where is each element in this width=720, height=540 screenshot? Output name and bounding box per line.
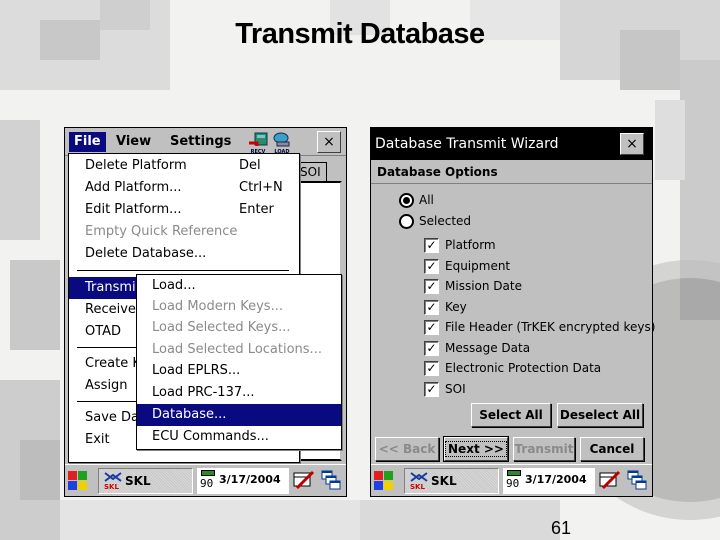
date-display[interactable]: 3/17/2004 <box>219 473 281 486</box>
radio-indicator <box>399 214 414 229</box>
battery-level: 90 <box>506 477 520 490</box>
wizard-title: Database Transmit Wizard <box>375 136 559 152</box>
menu-view[interactable]: View <box>111 132 156 152</box>
submenu-item-ecu-commands[interactable]: ECU Commands... <box>137 426 341 448</box>
check-icon: ✓ <box>424 361 439 376</box>
section-title: Database Options <box>371 160 652 184</box>
slide-title: Transmit Database <box>235 18 485 50</box>
check-icon: ✓ <box>424 341 439 356</box>
menu-item-delete-database[interactable]: Delete Database... <box>69 243 299 265</box>
windows-switcher-icon[interactable] <box>627 470 647 490</box>
check-icon: ✓ <box>424 259 439 274</box>
cancel-button[interactable]: Cancel <box>580 437 644 461</box>
system-tray: 90 3/17/2004 <box>197 468 289 494</box>
wizard-close-button[interactable]: × <box>620 133 644 155</box>
check-icon: ✓ <box>424 320 439 335</box>
back-button: << Back <box>375 437 439 461</box>
deselect-all-button[interactable]: Deselect All <box>557 403 643 427</box>
skl-app-icon: SKL <box>409 471 429 491</box>
battery-icon[interactable] <box>507 470 521 476</box>
menu-item-empty-quick-reference: Empty Quick Reference <box>85 224 238 239</box>
taskbar: SKL SKL 90 3/17/2004 <box>371 464 652 496</box>
battery-level: 90 <box>200 477 214 490</box>
submenu-item-database[interactable]: Database... <box>137 404 341 426</box>
battery-icon[interactable] <box>201 470 215 476</box>
check-icon: ✓ <box>424 300 439 315</box>
load-icon[interactable]: LOAD <box>271 131 293 155</box>
windows-switcher-icon[interactable] <box>321 470 341 490</box>
transmit-submenu: Load... Load Modern Keys... Load Selecte… <box>136 274 342 450</box>
close-button[interactable]: × <box>317 131 341 153</box>
select-all-button[interactable]: Select All <box>471 403 551 427</box>
submenu-item-load-selected-locations: Load Selected Locations... <box>152 342 322 357</box>
submenu-item-load-eplrs[interactable]: Load EPLRS... <box>137 360 341 382</box>
wizard-title-bar: Database Transmit Wizard × <box>371 128 652 160</box>
start-icon[interactable] <box>68 471 88 491</box>
menu-item-edit-platform[interactable]: Edit Platform... Enter <box>69 199 299 221</box>
taskbar: SKL SKL 90 3/17/2004 <box>65 464 346 496</box>
check-icon: ✓ <box>424 279 439 294</box>
taskbar-skl-button[interactable]: SKL SKL <box>98 468 193 494</box>
submenu-item-load-prc-137[interactable]: Load PRC-137... <box>137 382 341 404</box>
next-button[interactable]: Next >> <box>443 436 509 462</box>
start-icon[interactable] <box>374 471 394 491</box>
submenu-item-load-modern-keys: Load Modern Keys... <box>152 299 283 314</box>
skl-app-icon: SKL <box>103 471 123 491</box>
input-panel-icon[interactable] <box>293 470 315 490</box>
recv-icon[interactable]: RECV <box>247 131 269 155</box>
skl-main-window: File View Settings RECV LOAD × SOI Delet… <box>64 127 347 497</box>
menu-item-add-platform[interactable]: Add Platform... Ctrl+N <box>69 177 299 199</box>
menu-item-delete-platform[interactable]: Delete Platform Del <box>69 155 299 177</box>
menu-bar: File View Settings RECV LOAD × <box>65 128 346 156</box>
page-number: 61 <box>551 518 572 538</box>
tab-soi[interactable]: SOI <box>297 162 327 182</box>
menu-separator <box>77 270 289 271</box>
database-transmit-wizard-window: Database Transmit Wizard × Database Opti… <box>370 127 655 497</box>
check-icon: ✓ <box>424 238 439 253</box>
submenu-item-load[interactable]: Load... <box>137 275 341 297</box>
date-display[interactable]: 3/17/2004 <box>525 473 587 486</box>
system-tray: 90 3/17/2004 <box>503 468 595 494</box>
check-icon: ✓ <box>424 382 439 397</box>
radio-selected-indicator <box>399 193 414 208</box>
transmit-button: Transmit <box>513 437 575 461</box>
taskbar-skl-button[interactable]: SKL SKL <box>404 468 499 494</box>
menu-settings[interactable]: Settings <box>165 132 236 152</box>
input-panel-icon[interactable] <box>599 470 621 490</box>
menu-file[interactable]: File <box>69 132 106 152</box>
submenu-item-load-selected-keys: Load Selected Keys... <box>152 320 291 335</box>
